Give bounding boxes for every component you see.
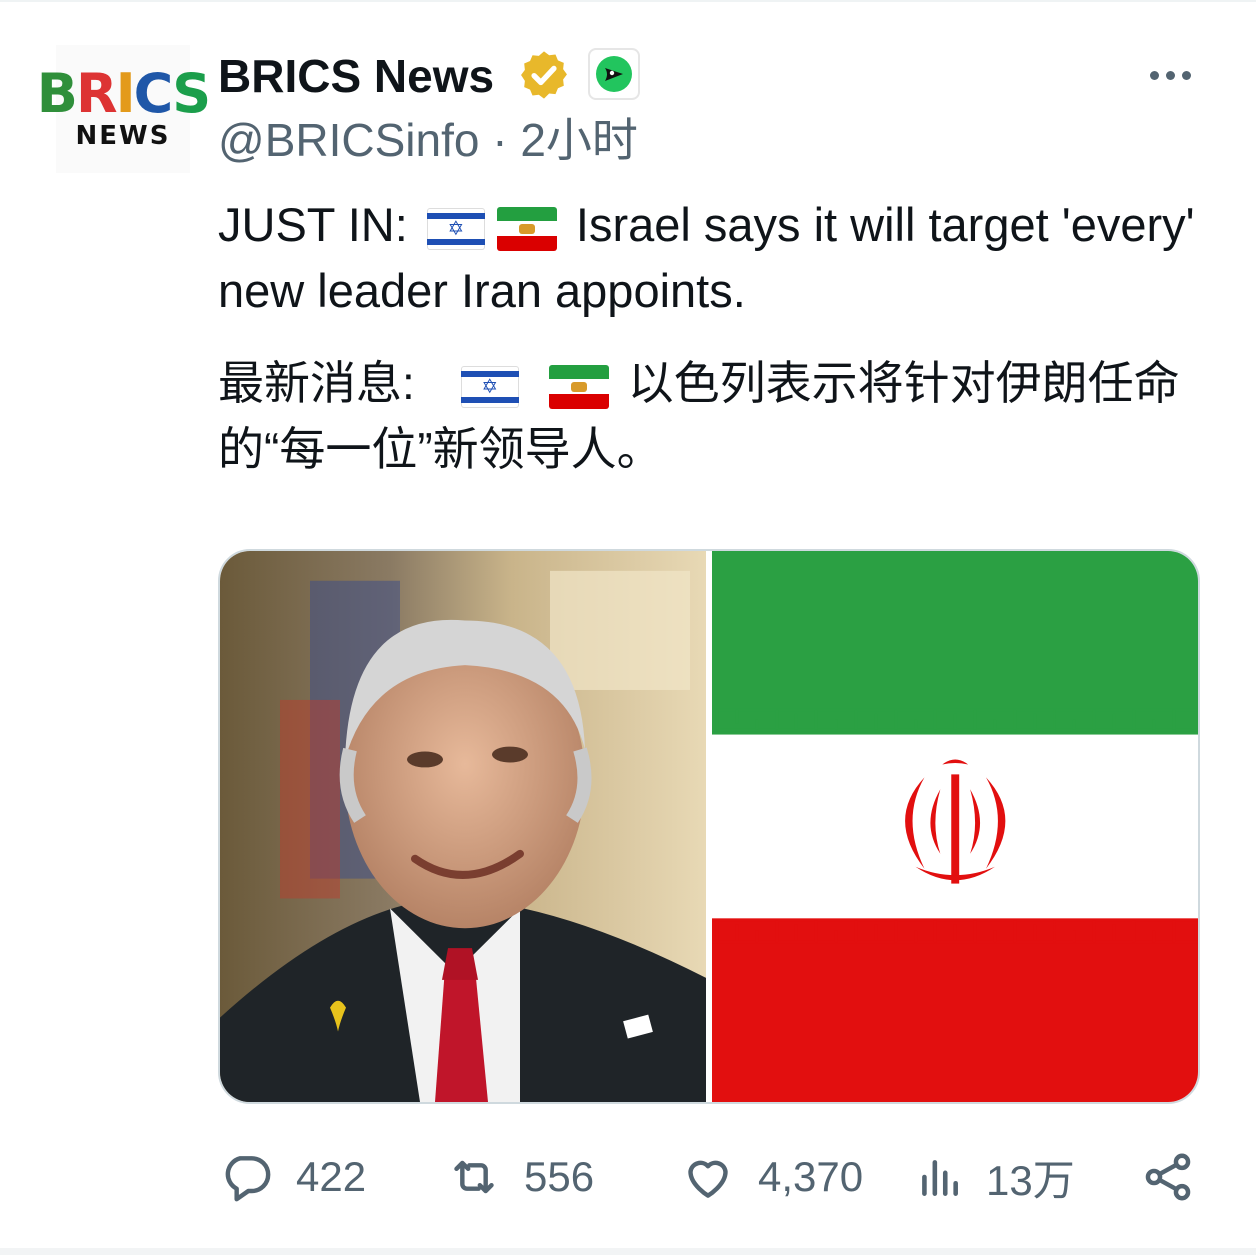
reply-button[interactable]: 422 (218, 1145, 366, 1209)
repost-icon (454, 1160, 494, 1194)
media-photo-portrait[interactable] (220, 551, 706, 1102)
share-icon (1145, 1153, 1191, 1201)
avatar-logo-subtitle: NEWS (75, 121, 171, 151)
tweet-text-chinese: 最新消息: ✡ 以色列表示将针对伊朗任命的“每一位”新领导人。 (218, 350, 1208, 482)
iran-flag-icon (496, 206, 557, 251)
views-icon (922, 1160, 958, 1196)
account-name[interactable]: BRICS News (218, 50, 494, 102)
tweet-media[interactable] (218, 549, 1200, 1104)
bottom-divider (0, 1248, 1256, 1255)
avatar-logo-letters: BRICS (36, 62, 211, 125)
tweet-actions: 422 556 4,370 13万 (218, 1145, 1200, 1209)
media-iran-flag[interactable] (712, 551, 1198, 1102)
israel-flag-icon: ✡ (460, 365, 519, 408)
share-button[interactable] (1140, 1145, 1196, 1209)
verified-badge-icon[interactable] (517, 48, 571, 102)
more-icon[interactable] (1140, 58, 1200, 92)
israel-flag-icon: ✡ (426, 207, 485, 250)
like-button[interactable]: 4,370 (680, 1145, 863, 1209)
top-divider (0, 0, 1256, 2)
tweet-prefix-en: JUST IN: (218, 198, 408, 251)
account-handle-time[interactable]: @BRICSinfo · 2小时 (218, 112, 638, 168)
like-icon (688, 1160, 728, 1198)
like-count: 4,370 (758, 1153, 864, 1200)
affiliate-logo-icon (596, 56, 632, 92)
affiliate-badge-icon[interactable] (588, 48, 640, 100)
views-count: 13万 (986, 1156, 1075, 1204)
tweet-text-english: JUST IN: ✡ Israel says it will target 'e… (218, 192, 1208, 324)
views-button[interactable]: 13万 (914, 1145, 1075, 1209)
reply-count: 422 (296, 1153, 367, 1200)
repost-button[interactable]: 556 (446, 1145, 594, 1209)
repost-count: 556 (524, 1153, 595, 1200)
tweet-prefix-zh: 最新消息: (218, 357, 415, 409)
iran-flag-icon (548, 364, 609, 409)
avatar[interactable]: BRICS NEWS (37, 45, 211, 173)
reply-icon (225, 1156, 271, 1202)
